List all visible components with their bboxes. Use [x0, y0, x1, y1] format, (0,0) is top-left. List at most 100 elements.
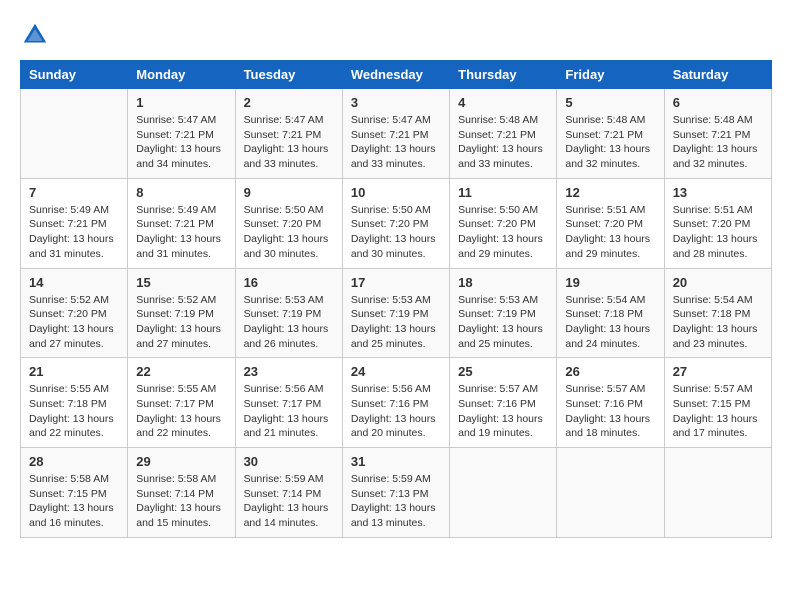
day-number: 29	[136, 454, 226, 469]
day-cell	[21, 89, 128, 179]
day-cell	[557, 448, 664, 538]
day-info: Sunrise: 5:49 AM Sunset: 7:21 PM Dayligh…	[136, 203, 226, 262]
day-number: 11	[458, 185, 548, 200]
day-cell: 10 Sunrise: 5:50 AM Sunset: 7:20 PM Dayli…	[342, 178, 449, 268]
day-number: 8	[136, 185, 226, 200]
day-cell: 26 Sunrise: 5:57 AM Sunset: 7:16 PM Dayli…	[557, 358, 664, 448]
day-info: Sunrise: 5:48 AM Sunset: 7:21 PM Dayligh…	[565, 113, 655, 172]
day-number: 14	[29, 275, 119, 290]
day-number: 16	[244, 275, 334, 290]
day-number: 6	[673, 95, 763, 110]
calendar-body: 1 Sunrise: 5:47 AM Sunset: 7:21 PM Daylig…	[21, 89, 772, 538]
day-info: Sunrise: 5:58 AM Sunset: 7:14 PM Dayligh…	[136, 472, 226, 531]
day-number: 22	[136, 364, 226, 379]
day-info: Sunrise: 5:50 AM Sunset: 7:20 PM Dayligh…	[458, 203, 548, 262]
day-number: 4	[458, 95, 548, 110]
day-cell: 7Sunrise: 5:49 AM Sunset: 7:21 PM Daylig…	[21, 178, 128, 268]
day-info: Sunrise: 5:50 AM Sunset: 7:20 PM Dayligh…	[244, 203, 334, 262]
day-number: 24	[351, 364, 441, 379]
day-info: Sunrise: 5:52 AM Sunset: 7:19 PM Dayligh…	[136, 293, 226, 352]
day-cell	[450, 448, 557, 538]
day-number: 26	[565, 364, 655, 379]
day-info: Sunrise: 5:47 AM Sunset: 7:21 PM Dayligh…	[244, 113, 334, 172]
day-cell: 2 Sunrise: 5:47 AM Sunset: 7:21 PM Daylig…	[235, 89, 342, 179]
day-info: Sunrise: 5:49 AM Sunset: 7:21 PM Dayligh…	[29, 203, 119, 262]
day-cell: 20 Sunrise: 5:54 AM Sunset: 7:18 PM Dayli…	[664, 268, 771, 358]
day-info: Sunrise: 5:59 AM Sunset: 7:14 PM Dayligh…	[244, 472, 334, 531]
day-cell: 6 Sunrise: 5:48 AM Sunset: 7:21 PM Daylig…	[664, 89, 771, 179]
day-number: 1	[136, 95, 226, 110]
day-cell: 24 Sunrise: 5:56 AM Sunset: 7:16 PM Dayli…	[342, 358, 449, 448]
day-cell: 22Sunrise: 5:55 AM Sunset: 7:17 PM Dayli…	[128, 358, 235, 448]
day-info: Sunrise: 5:55 AM Sunset: 7:18 PM Dayligh…	[29, 382, 119, 441]
day-number: 20	[673, 275, 763, 290]
header-sunday: Sunday	[21, 61, 128, 89]
day-cell: 9 Sunrise: 5:50 AM Sunset: 7:20 PM Daylig…	[235, 178, 342, 268]
day-info: Sunrise: 5:51 AM Sunset: 7:20 PM Dayligh…	[673, 203, 763, 262]
day-cell: 21 Sunrise: 5:55 AM Sunset: 7:18 PM Dayli…	[21, 358, 128, 448]
header-tuesday: Tuesday	[235, 61, 342, 89]
week-row-4: 21 Sunrise: 5:55 AM Sunset: 7:18 PM Dayli…	[21, 358, 772, 448]
day-cell: 23Sunrise: 5:56 AM Sunset: 7:17 PM Dayli…	[235, 358, 342, 448]
day-info: Sunrise: 5:53 AM Sunset: 7:19 PM Dayligh…	[244, 293, 334, 352]
day-info: Sunrise: 5:53 AM Sunset: 7:19 PM Dayligh…	[458, 293, 548, 352]
day-info: Sunrise: 5:47 AM Sunset: 7:21 PM Dayligh…	[351, 113, 441, 172]
header-row: SundayMondayTuesdayWednesdayThursdayFrid…	[21, 61, 772, 89]
day-info: Sunrise: 5:47 AM Sunset: 7:21 PM Dayligh…	[136, 113, 226, 172]
header-thursday: Thursday	[450, 61, 557, 89]
day-cell: 4 Sunrise: 5:48 AM Sunset: 7:21 PM Daylig…	[450, 89, 557, 179]
day-number: 3	[351, 95, 441, 110]
day-number: 21	[29, 364, 119, 379]
day-cell: 14Sunrise: 5:52 AM Sunset: 7:20 PM Dayli…	[21, 268, 128, 358]
day-info: Sunrise: 5:50 AM Sunset: 7:20 PM Dayligh…	[351, 203, 441, 262]
week-row-1: 1 Sunrise: 5:47 AM Sunset: 7:21 PM Daylig…	[21, 89, 772, 179]
day-number: 12	[565, 185, 655, 200]
day-cell: 3 Sunrise: 5:47 AM Sunset: 7:21 PM Daylig…	[342, 89, 449, 179]
logo-icon	[20, 20, 50, 50]
week-row-5: 28Sunrise: 5:58 AM Sunset: 7:15 PM Dayli…	[21, 448, 772, 538]
day-number: 30	[244, 454, 334, 469]
day-info: Sunrise: 5:48 AM Sunset: 7:21 PM Dayligh…	[673, 113, 763, 172]
day-number: 9	[244, 185, 334, 200]
day-info: Sunrise: 5:59 AM Sunset: 7:13 PM Dayligh…	[351, 472, 441, 531]
header-saturday: Saturday	[664, 61, 771, 89]
day-cell: 1 Sunrise: 5:47 AM Sunset: 7:21 PM Daylig…	[128, 89, 235, 179]
day-cell: 25Sunrise: 5:57 AM Sunset: 7:16 PM Dayli…	[450, 358, 557, 448]
header-monday: Monday	[128, 61, 235, 89]
day-cell: 15Sunrise: 5:52 AM Sunset: 7:19 PM Dayli…	[128, 268, 235, 358]
day-number: 31	[351, 454, 441, 469]
day-number: 5	[565, 95, 655, 110]
day-info: Sunrise: 5:48 AM Sunset: 7:21 PM Dayligh…	[458, 113, 548, 172]
day-number: 18	[458, 275, 548, 290]
header-friday: Friday	[557, 61, 664, 89]
day-cell: 13 Sunrise: 5:51 AM Sunset: 7:20 PM Dayli…	[664, 178, 771, 268]
day-cell: 17 Sunrise: 5:53 AM Sunset: 7:19 PM Dayli…	[342, 268, 449, 358]
day-cell: 27 Sunrise: 5:57 AM Sunset: 7:15 PM Dayli…	[664, 358, 771, 448]
day-number: 27	[673, 364, 763, 379]
day-info: Sunrise: 5:56 AM Sunset: 7:16 PM Dayligh…	[351, 382, 441, 441]
day-cell: 5 Sunrise: 5:48 AM Sunset: 7:21 PM Daylig…	[557, 89, 664, 179]
day-number: 23	[244, 364, 334, 379]
day-cell: 29 Sunrise: 5:58 AM Sunset: 7:14 PM Dayli…	[128, 448, 235, 538]
day-info: Sunrise: 5:54 AM Sunset: 7:18 PM Dayligh…	[673, 293, 763, 352]
day-number: 2	[244, 95, 334, 110]
day-info: Sunrise: 5:57 AM Sunset: 7:16 PM Dayligh…	[565, 382, 655, 441]
calendar-table: SundayMondayTuesdayWednesdayThursdayFrid…	[20, 60, 772, 538]
day-number: 19	[565, 275, 655, 290]
day-cell: 16 Sunrise: 5:53 AM Sunset: 7:19 PM Dayli…	[235, 268, 342, 358]
day-info: Sunrise: 5:57 AM Sunset: 7:16 PM Dayligh…	[458, 382, 548, 441]
day-number: 17	[351, 275, 441, 290]
day-number: 13	[673, 185, 763, 200]
header-wednesday: Wednesday	[342, 61, 449, 89]
day-info: Sunrise: 5:57 AM Sunset: 7:15 PM Dayligh…	[673, 382, 763, 441]
day-cell: 18 Sunrise: 5:53 AM Sunset: 7:19 PM Dayli…	[450, 268, 557, 358]
week-row-2: 7Sunrise: 5:49 AM Sunset: 7:21 PM Daylig…	[21, 178, 772, 268]
day-info: Sunrise: 5:53 AM Sunset: 7:19 PM Dayligh…	[351, 293, 441, 352]
day-cell: 11 Sunrise: 5:50 AM Sunset: 7:20 PM Dayli…	[450, 178, 557, 268]
day-info: Sunrise: 5:58 AM Sunset: 7:15 PM Dayligh…	[29, 472, 119, 531]
logo	[20, 20, 54, 50]
day-cell: 30 Sunrise: 5:59 AM Sunset: 7:14 PM Dayli…	[235, 448, 342, 538]
day-cell: 8 Sunrise: 5:49 AM Sunset: 7:21 PM Daylig…	[128, 178, 235, 268]
day-info: Sunrise: 5:51 AM Sunset: 7:20 PM Dayligh…	[565, 203, 655, 262]
day-number: 10	[351, 185, 441, 200]
